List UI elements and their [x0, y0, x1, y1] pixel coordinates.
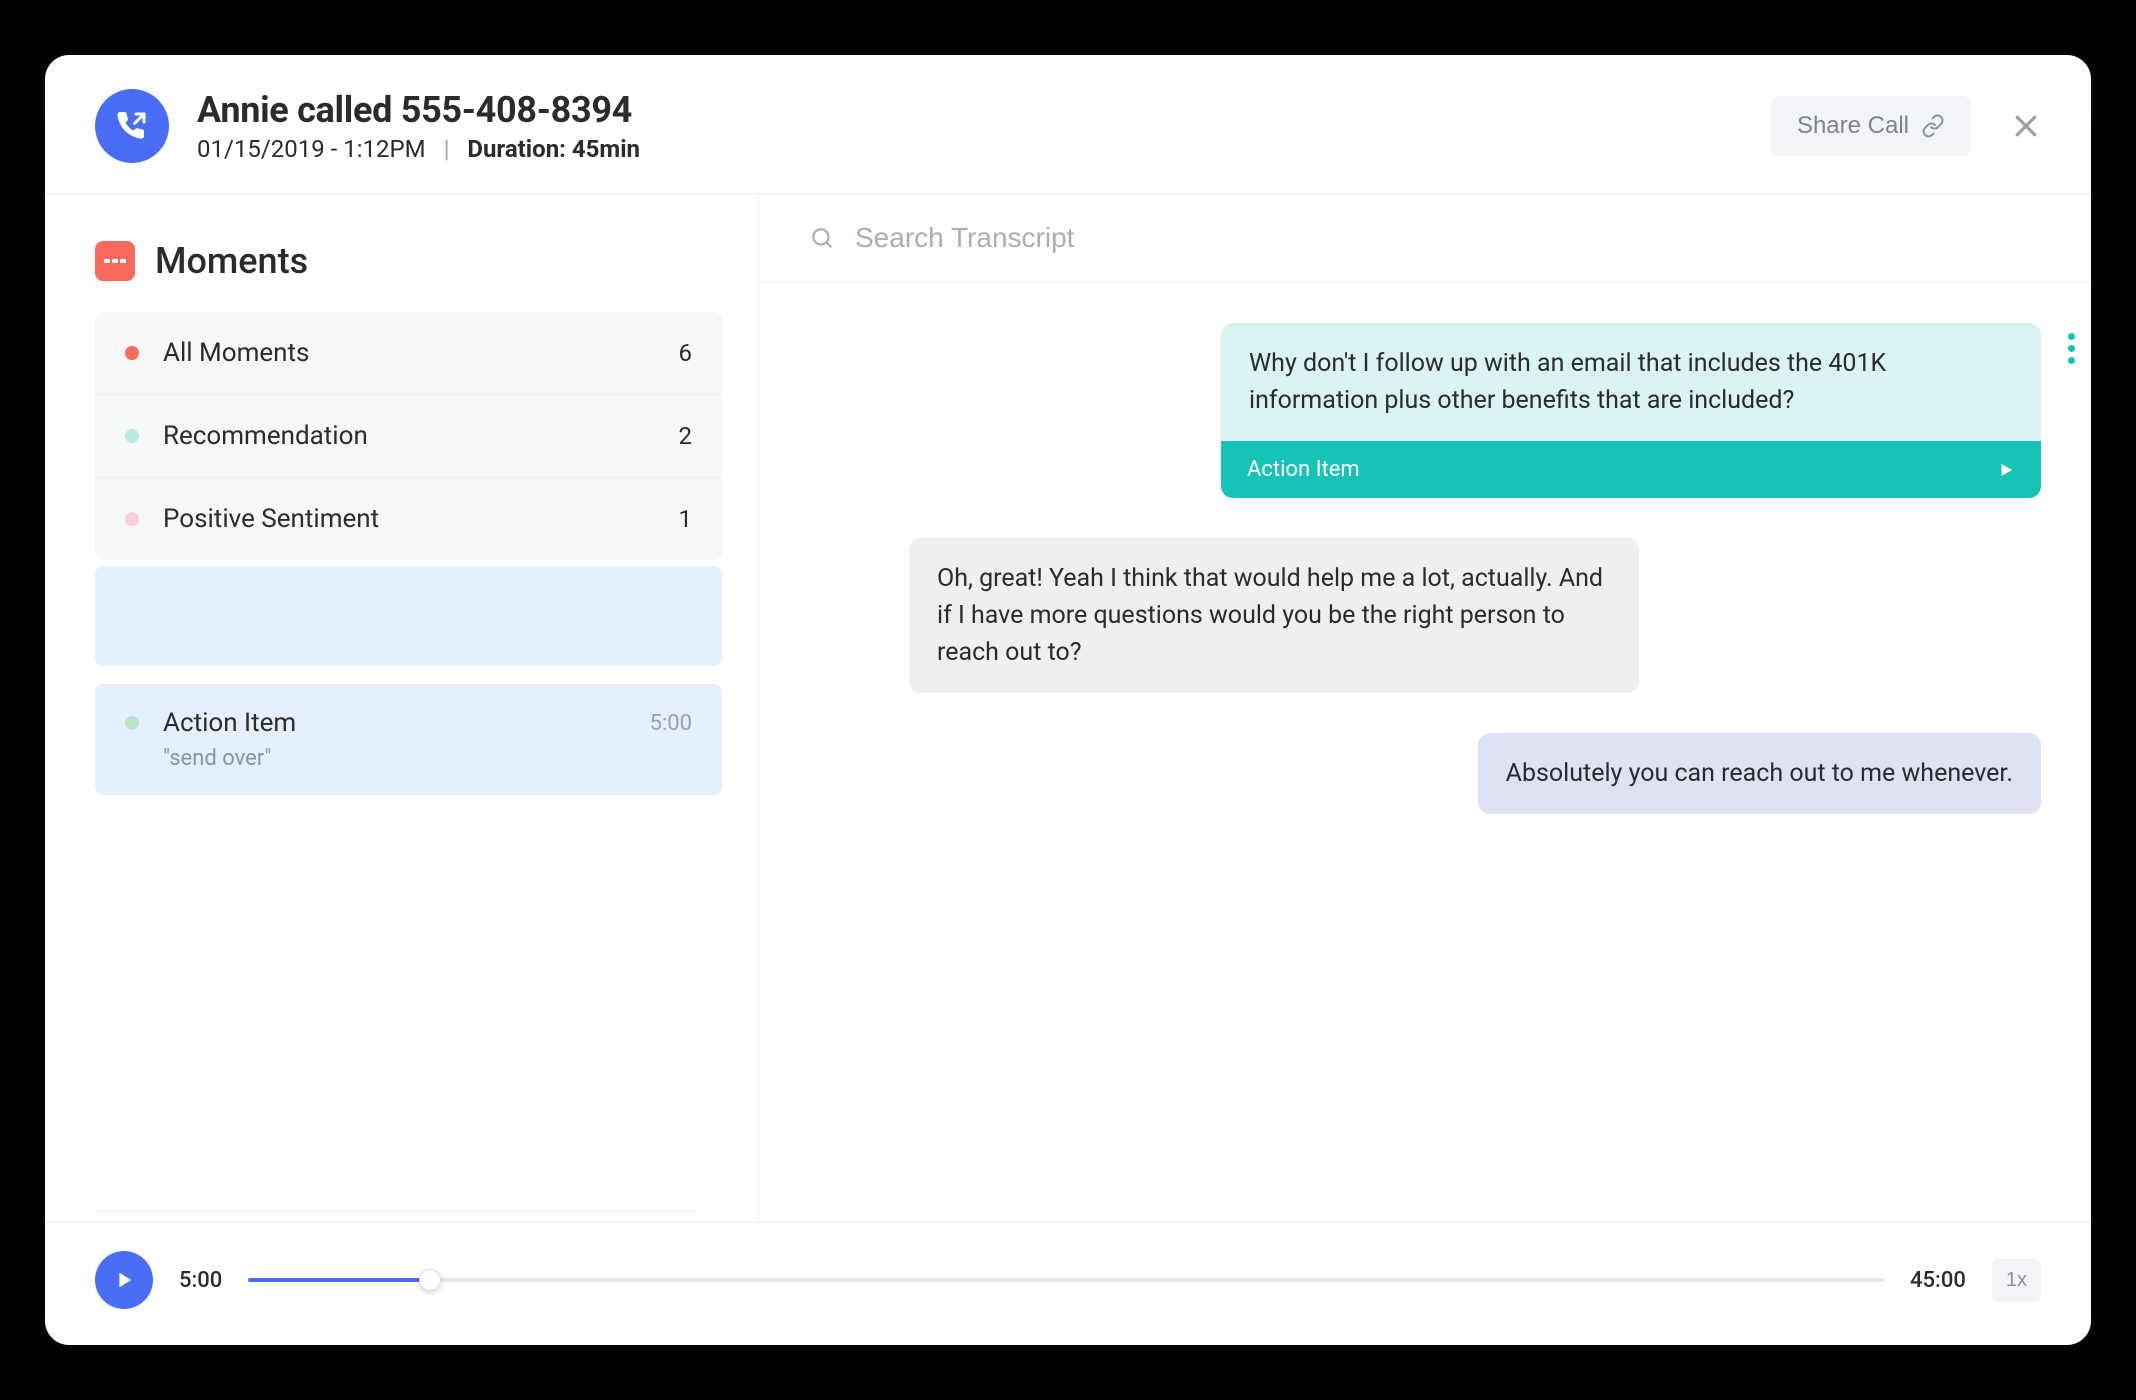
moment-filters: All Moments 6 Recommendation 2 Positive …: [95, 312, 722, 560]
search-input[interactable]: [855, 222, 2041, 254]
search-row: [759, 194, 2091, 283]
moment-tag-action-item[interactable]: Action Item: [1221, 441, 2041, 498]
sidebar-header: Moments: [95, 194, 722, 312]
duration-label: Duration:: [467, 135, 566, 163]
dot-icon: [125, 346, 139, 360]
dot-icon: [125, 716, 139, 730]
filter-count: 1: [679, 505, 693, 533]
search-icon: [809, 225, 835, 251]
progress-track[interactable]: [248, 1278, 1884, 1282]
filter-label: Positive Sentiment: [163, 504, 679, 534]
play-button[interactable]: [95, 1251, 153, 1309]
separator: |: [444, 135, 450, 163]
message-bubble[interactable]: Absolutely you can reach out to me whene…: [1478, 733, 2041, 814]
close-icon: [2011, 111, 2041, 141]
call-meta: 01/15/2019 - 1:12PM | Duration: 45min: [197, 135, 1771, 163]
message-menu-button[interactable]: [2068, 333, 2075, 364]
moment-time: 5:00: [650, 711, 692, 736]
filter-recommendation[interactable]: Recommendation 2: [95, 395, 722, 478]
transcript: Why don't I follow up with an email that…: [759, 283, 2091, 1222]
call-date: 01/15/2019 - 1:12PM: [197, 135, 426, 163]
call-detail-window: Annie called 555-408-8394 01/15/2019 - 1…: [45, 55, 2091, 1345]
message-bubble[interactable]: Oh, great! Yeah I think that would help …: [909, 538, 1639, 693]
divider: [95, 1211, 697, 1212]
message-agent: Why don't I follow up with an email that…: [809, 323, 2041, 498]
dot-icon: [125, 429, 139, 443]
body: Moments All Moments 6 Recommendation 2 P…: [45, 194, 2091, 1222]
moment-card-action-item[interactable]: Action Item 5:00 "send over": [95, 684, 722, 795]
share-label: Share Call: [1797, 112, 1909, 140]
progress-thumb[interactable]: [419, 1269, 441, 1291]
moments-title: Moments: [155, 240, 308, 282]
message-customer: Oh, great! Yeah I think that would help …: [809, 538, 2041, 693]
header-info: Annie called 555-408-8394 01/15/2019 - 1…: [197, 89, 1771, 163]
dot-icon: [125, 512, 139, 526]
filter-label: Recommendation: [163, 421, 679, 451]
close-button[interactable]: [2011, 111, 2041, 141]
tag-label: Action Item: [1247, 457, 1360, 482]
filter-all-moments[interactable]: All Moments 6: [95, 312, 722, 395]
moment-placeholder: [95, 566, 722, 666]
filter-count: 2: [679, 422, 693, 450]
share-call-button[interactable]: Share Call: [1771, 96, 1971, 156]
call-title: Annie called 555-408-8394: [197, 89, 1771, 131]
progress-fill: [248, 1278, 430, 1282]
sidebar: Moments All Moments 6 Recommendation 2 P…: [45, 194, 759, 1222]
moments-icon: [95, 241, 135, 281]
moment-label: Action Item: [163, 708, 650, 738]
filter-count: 6: [679, 339, 693, 367]
total-time: 45:00: [1910, 1268, 1966, 1293]
main-panel: Why don't I follow up with an email that…: [759, 194, 2091, 1222]
moment-snippet: "send over": [163, 746, 692, 771]
filter-positive-sentiment[interactable]: Positive Sentiment 1: [95, 478, 722, 560]
audio-player: 5:00 45:00 1x: [45, 1222, 2091, 1345]
outbound-call-icon: [95, 89, 169, 163]
header: Annie called 555-408-8394 01/15/2019 - 1…: [45, 55, 2091, 194]
message-bubble[interactable]: Why don't I follow up with an email that…: [1221, 323, 2041, 441]
current-time: 5:00: [179, 1268, 222, 1293]
play-icon: [1997, 461, 2015, 479]
link-icon: [1921, 114, 1945, 138]
playback-speed-button[interactable]: 1x: [1992, 1259, 2041, 1302]
filter-label: All Moments: [163, 338, 679, 368]
duration-value: 45min: [572, 135, 640, 163]
play-icon: [113, 1269, 135, 1291]
message-agent: Absolutely you can reach out to me whene…: [809, 733, 2041, 814]
